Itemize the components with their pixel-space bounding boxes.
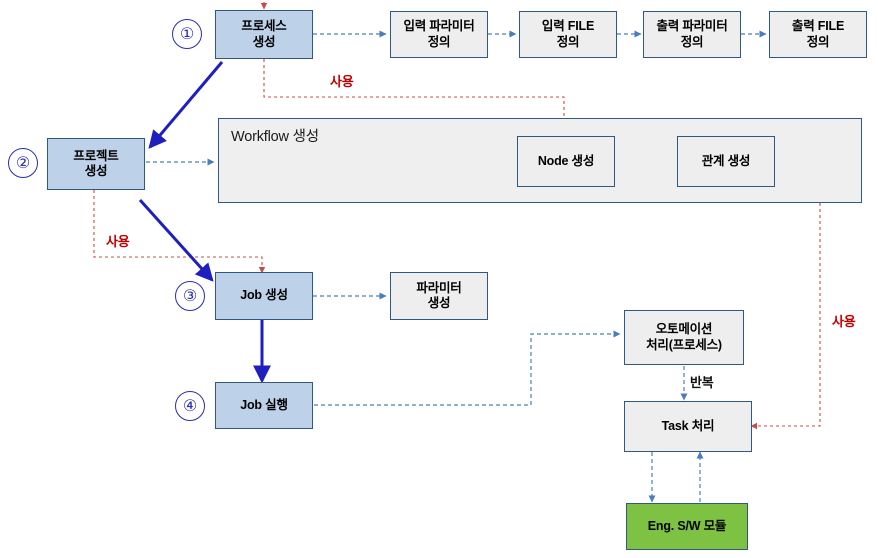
- node-node-create[interactable]: Node 생성: [517, 136, 615, 187]
- edge-process-to-project: [148, 61, 224, 149]
- step-number-1: ①: [172, 19, 202, 49]
- node-output-file-def[interactable]: 출력 FILE 정의: [769, 11, 867, 58]
- step-number-2: ②: [8, 148, 38, 178]
- step-number-1-label: ①: [179, 24, 195, 43]
- node-task-process[interactable]: Task 처리: [624, 401, 752, 452]
- edge-jobrun-to-automation: [314, 330, 621, 406]
- diagram-canvas: Workflow 생성 프로세스 생성 입력 파라미터 정의 입력 FILE 정…: [0, 0, 878, 558]
- node-automation-line2: 처리(프로세스): [646, 337, 722, 352]
- node-relation-create-label: 관계 생성: [701, 153, 751, 168]
- edge-use-workflow-to-task: [750, 203, 821, 430]
- step-number-3: ③: [175, 281, 205, 311]
- node-output-file-line1: 출력 FILE: [791, 19, 845, 34]
- node-input-param-line1: 입력 파라미터: [403, 19, 475, 34]
- step-number-4: ④: [175, 391, 205, 421]
- node-job-create[interactable]: Job 생성: [215, 272, 313, 320]
- node-process-create[interactable]: 프로세스 생성: [215, 10, 313, 59]
- node-output-file-line2: 정의: [806, 34, 830, 49]
- node-param-create[interactable]: 파라미터 생성: [390, 272, 488, 320]
- node-input-file-line1: 입력 FILE: [541, 19, 595, 34]
- node-input-file-def[interactable]: 입력 FILE 정의: [519, 11, 617, 58]
- step-number-3-label: ③: [182, 286, 198, 305]
- edge-project-to-job: [138, 198, 214, 282]
- node-job-create-label: Job 생성: [240, 288, 288, 303]
- node-task-process-label: Task 처리: [661, 418, 715, 433]
- edge-label-repeat: 반복: [690, 375, 714, 390]
- node-node-create-label: Node 생성: [537, 153, 595, 168]
- node-project-create[interactable]: 프로젝트 생성: [47, 138, 145, 190]
- node-job-run-label: Job 실행: [240, 397, 288, 412]
- node-automation-process[interactable]: 오토메이션 처리(프로세스): [624, 310, 744, 365]
- node-input-param-line2: 정의: [427, 34, 451, 49]
- node-project-create-line1: 프로젝트: [73, 148, 119, 163]
- node-process-create-line2: 생성: [252, 34, 276, 49]
- node-project-create-line2: 생성: [84, 164, 108, 178]
- workflow-container-title: Workflow 생성: [231, 129, 319, 145]
- step-number-4-label: ④: [182, 396, 198, 415]
- node-eng-sw-module[interactable]: Eng. S/W 모듈: [626, 503, 748, 550]
- node-automation-line1: 오토메이션: [655, 322, 713, 337]
- node-process-create-line1: 프로세스: [241, 19, 287, 34]
- node-output-param-line2: 정의: [680, 34, 704, 49]
- node-relation-create[interactable]: 관계 생성: [677, 136, 775, 187]
- node-eng-sw-module-label: Eng. S/W 모듈: [647, 518, 727, 533]
- edge-label-use-top: 사용: [330, 74, 354, 89]
- node-output-param-def[interactable]: 출력 파라미터 정의: [643, 11, 741, 58]
- node-input-param-def[interactable]: 입력 파라미터 정의: [390, 11, 488, 58]
- node-input-file-line2: 정의: [556, 34, 580, 49]
- node-param-create-line2: 생성: [427, 296, 451, 310]
- node-job-run[interactable]: Job 실행: [215, 382, 313, 429]
- node-output-param-line1: 출력 파라미터: [656, 19, 728, 34]
- node-param-create-line1: 파라미터: [416, 280, 462, 295]
- edge-label-use-left: 사용: [106, 234, 130, 249]
- edge-label-use-right: 사용: [832, 314, 856, 329]
- step-number-2-label: ②: [15, 153, 31, 172]
